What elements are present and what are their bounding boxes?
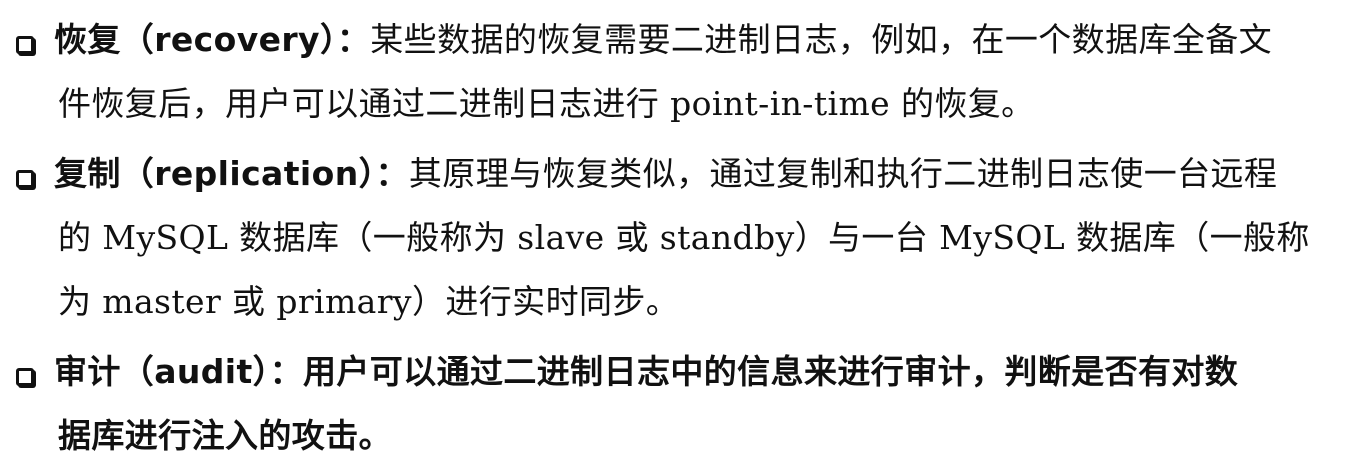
checkbox-bullet-icon	[16, 368, 34, 386]
checkbox-bullet-icon	[16, 170, 34, 188]
list-item-first-line: 恢复（recovery）：某些数据的恢复需要二进制日志，例如，在一个数据库全备文	[54, 8, 1367, 72]
audit-text-line-1: 用户可以通过二进制日志中的信息来进行审计，判断是否有对数	[302, 352, 1239, 391]
replication-text-line-1: 其原理与恢复类似，通过复制和执行二进制日志使一台远程	[408, 154, 1278, 193]
list-item-replication: 复制（replication）：其原理与恢复类似，通过复制和执行二进制日志使一台…	[0, 142, 1367, 334]
term-audit: 审计（audit）：	[54, 352, 303, 391]
checkbox-bullet-icon	[16, 36, 34, 54]
audit-text-line-2: 据库进行注入的攻击。	[58, 416, 392, 455]
list-item-recovery: 恢复（recovery）：某些数据的恢复需要二进制日志，例如，在一个数据库全备文…	[0, 8, 1367, 136]
replication-text-line-2: 的 MySQL 数据库（一般称为 slave 或 standby）与一台 MyS…	[58, 218, 1310, 257]
list-item-first-line: 审计（audit）：用户可以通过二进制日志中的信息来进行审计，判断是否有对数	[54, 340, 1367, 404]
document-page: 恢复（recovery）：某些数据的恢复需要二进制日志，例如，在一个数据库全备文…	[0, 0, 1367, 455]
list-item-first-line: 复制（replication）：其原理与恢复类似，通过复制和执行二进制日志使一台…	[54, 142, 1367, 206]
recovery-text-line-1: 某些数据的恢复需要二进制日志，例如，在一个数据库全备文	[370, 20, 1273, 59]
replication-text-line-3: 为 master 或 primary）进行实时同步。	[58, 282, 680, 321]
list-item-audit: 审计（audit）：用户可以通过二进制日志中的信息来进行审计，判断是否有对数 据…	[0, 340, 1367, 468]
term-recovery: 恢复（recovery）：	[54, 20, 371, 59]
recovery-text-line-2: 件恢复后，用户可以通过二进制日志进行 point-in-time 的恢复。	[58, 84, 1035, 123]
term-replication: 复制（replication）：	[54, 154, 409, 193]
